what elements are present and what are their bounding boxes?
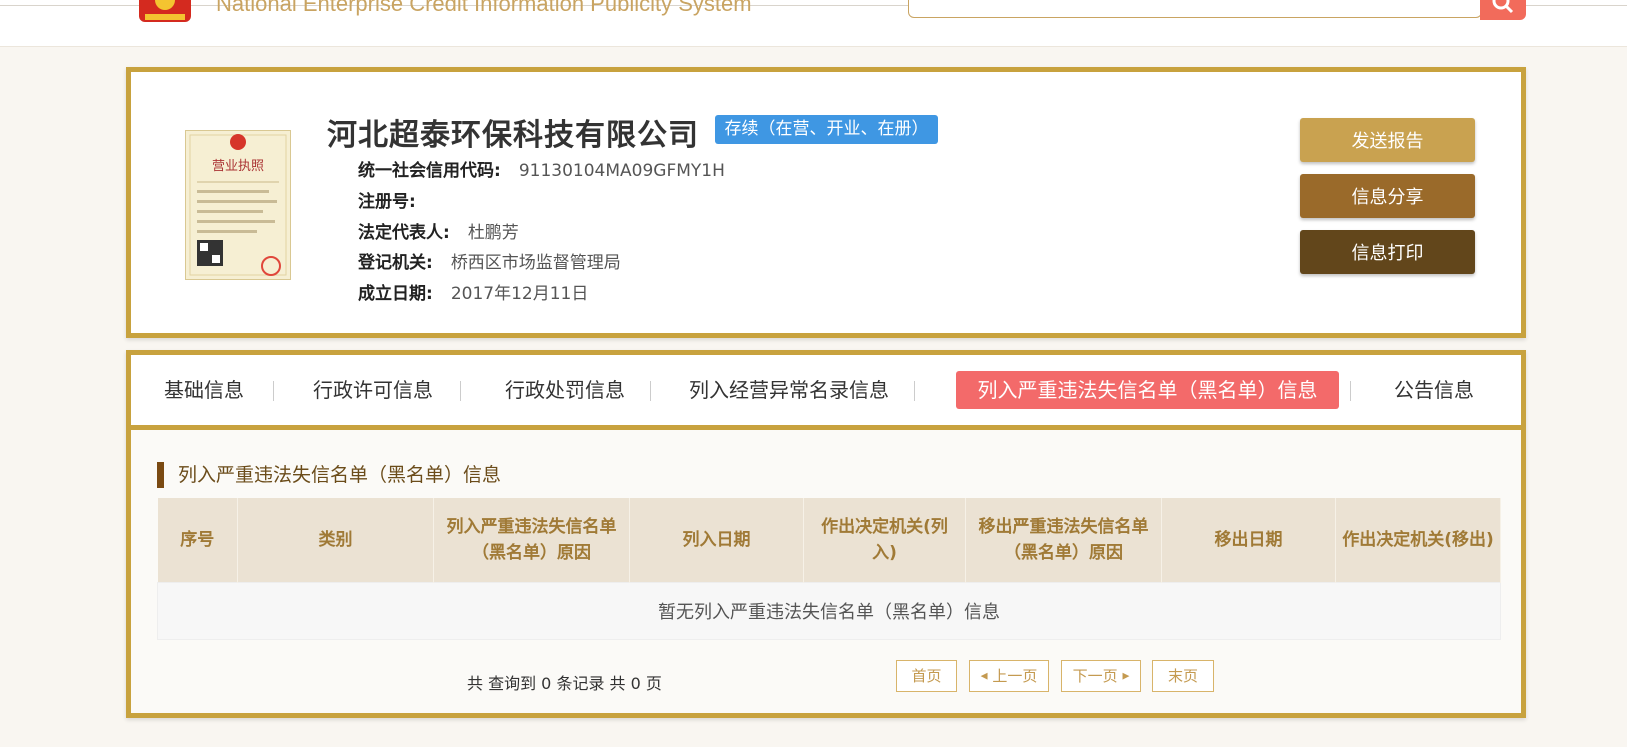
tab-separator [914, 381, 915, 401]
info-label: 注册号: [358, 192, 416, 212]
column-header: 序号 [157, 498, 238, 583]
tab-admin-license[interactable]: 行政许可信息 [305, 371, 441, 409]
next-page-button[interactable]: 下一页 ▶ [1061, 660, 1141, 692]
tab-abnormal-operations[interactable]: 列入经营异常名录信息 [683, 371, 895, 409]
section-title: 列入严重违法失信名单（黑名单）信息 [157, 462, 501, 488]
first-page-button[interactable]: 首页 [896, 660, 957, 692]
prev-page-button[interactable]: ◀ 上一页 [969, 660, 1049, 692]
send-report-button[interactable]: 发送报告 [1300, 118, 1475, 162]
info-label: 成立日期: [358, 284, 433, 304]
info-label: 统一社会信用代码: [358, 161, 501, 181]
prev-page-label: 上一页 [992, 667, 1038, 685]
tab-separator [1350, 381, 1351, 401]
search-icon [1492, 0, 1514, 14]
info-row-registration-authority: 登记机关: 桥西区市场监督管理局 [358, 250, 621, 276]
national-emblem-icon [139, 0, 191, 22]
status-badge: 存续（在营、开业、在册） [715, 115, 938, 144]
info-row-legal-representative: 法定代表人: 杜鹏芳 [358, 220, 519, 246]
tab-bar: 基础信息 行政许可信息 行政处罚信息 列入经营异常名录信息 列入严重违法失信名单… [131, 355, 1521, 430]
tab-content: 列入严重违法失信名单（黑名单）信息 序号 类别 列入严重违法失信名单（黑名单）原… [131, 430, 1521, 713]
column-header: 列入严重违法失信名单（黑名单）原因 [433, 498, 630, 583]
tab-admin-penalty[interactable]: 行政处罚信息 [497, 371, 633, 409]
info-value: 91130104MA09GFMY1H [518, 161, 725, 181]
info-label: 法定代表人: [358, 223, 450, 243]
tab-announcements[interactable]: 公告信息 [1383, 371, 1485, 409]
info-row-credit-code: 统一社会信用代码: 91130104MA09GFMY1H [358, 158, 725, 184]
tab-blacklist[interactable]: 列入严重违法失信名单（黑名单）信息 [956, 371, 1339, 409]
print-info-button[interactable]: 信息打印 [1300, 230, 1475, 274]
search-button[interactable] [1480, 0, 1526, 20]
company-name: 河北超泰环保科技有限公司 [327, 118, 699, 153]
column-header: 列入日期 [629, 498, 804, 583]
site-header: National Enterprise Credit Information P… [0, 0, 1627, 47]
empty-message: 暂无列入严重违法失信名单（黑名单）信息 [157, 582, 1501, 640]
share-info-button[interactable]: 信息分享 [1300, 174, 1475, 218]
company-info-panel: 营业执照 河北超泰环保科技有限公司 存续（在营、开业、在册） 统一社会信用代码:… [126, 67, 1526, 338]
table-row: 暂无列入严重违法失信名单（黑名单）信息 [157, 582, 1501, 640]
info-row-registration-number: 注册号: [358, 189, 434, 215]
next-page-label: 下一页 [1072, 667, 1118, 685]
table-header-row: 序号 类别 列入严重违法失信名单（黑名单）原因 列入日期 作出决定机关(列入) … [157, 498, 1501, 583]
tab-separator [273, 381, 274, 401]
system-title: National Enterprise Credit Information P… [216, 0, 752, 16]
tab-separator [650, 381, 651, 401]
column-header: 作出决定机关(列入) [803, 498, 966, 583]
license-title: 营业执照 [212, 159, 264, 174]
info-value: 2017年12月11日 [450, 284, 589, 304]
info-label: 登记机关: [358, 253, 433, 273]
tab-separator [460, 381, 461, 401]
column-header: 类别 [237, 498, 434, 583]
column-header: 作出决定机关(移出) [1335, 498, 1501, 583]
detail-panel: 基础信息 行政许可信息 行政处罚信息 列入经营异常名录信息 列入严重违法失信名单… [126, 350, 1526, 718]
info-value: 杜鹏芳 [467, 223, 519, 243]
info-row-establishment-date: 成立日期: 2017年12月11日 [358, 281, 588, 307]
business-license-image: 营业执照 [185, 130, 291, 280]
triangle-left-icon: ◀ [980, 671, 988, 682]
tab-basic-info[interactable]: 基础信息 [153, 371, 255, 409]
blacklist-table: 序号 类别 列入严重违法失信名单（黑名单）原因 列入日期 作出决定机关(列入) … [157, 498, 1501, 640]
column-header: 移出严重违法失信名单（黑名单）原因 [965, 498, 1162, 583]
column-header: 移出日期 [1161, 498, 1336, 583]
triangle-right-icon: ▶ [1122, 671, 1130, 682]
pagination-summary: 共 查询到 0 条记录 共 0 页 [467, 674, 662, 693]
info-value: 桥西区市场监督管理局 [450, 253, 621, 273]
last-page-button[interactable]: 末页 [1152, 660, 1214, 692]
search-input[interactable] [908, 0, 1482, 18]
